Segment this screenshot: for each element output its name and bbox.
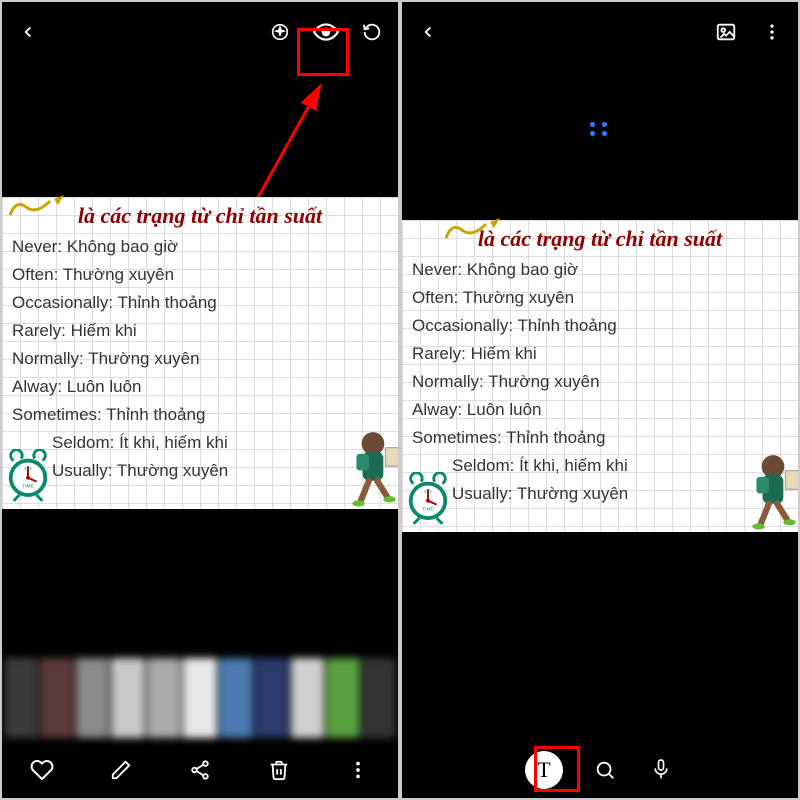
- entry-row: Never: Không bao giờ: [412, 256, 788, 284]
- entry-row: Never: Không bao giờ: [12, 233, 388, 261]
- card-title: là các trạng từ chỉ tần suất: [12, 203, 388, 229]
- heart-icon[interactable]: [28, 756, 56, 784]
- entry-row: Sometimes: Thỉnh thoảng: [12, 401, 388, 429]
- entries-list: Never: Không bao giờOften: Thường xuyênO…: [412, 256, 788, 508]
- left-screen: là các trạng từ chỉ tần suất Never: Khôn…: [2, 2, 398, 798]
- clock-illustration: ON TIME: [4, 449, 52, 503]
- share-icon[interactable]: [186, 756, 214, 784]
- entry-row: Usually: Thường xuyên: [12, 457, 388, 485]
- entry-row: Normally: Thường xuyên: [412, 368, 788, 396]
- svg-text:TIME: TIME: [422, 506, 433, 512]
- pencil-icon[interactable]: [107, 756, 135, 784]
- entry-row: Often: Thường xuyên: [12, 261, 388, 289]
- entry-row: Rarely: Hiếm khi: [412, 340, 788, 368]
- trash-icon[interactable]: [265, 756, 293, 784]
- left-topbar: [2, 2, 398, 62]
- entry-row: Occasionally: Thỉnh thoảng: [12, 289, 388, 317]
- svg-text:ON: ON: [424, 489, 432, 495]
- entry-row: Alway: Luôn luôn: [12, 373, 388, 401]
- image-icon[interactable]: [712, 18, 740, 46]
- thumbnail-strip[interactable]: [2, 654, 398, 742]
- entry-row: Often: Thường xuyên: [412, 284, 788, 312]
- right-screen: là các trạng từ chỉ tần suất Never: Khôn…: [402, 2, 798, 798]
- right-topbar: [402, 2, 798, 62]
- student-illustration: [342, 427, 398, 505]
- rotate-icon[interactable]: [358, 18, 386, 46]
- text-extract-label: T: [537, 757, 550, 783]
- eye-icon[interactable]: [312, 18, 340, 46]
- back-button[interactable]: [414, 18, 442, 46]
- entry-row: Normally: Thường xuyên: [12, 345, 388, 373]
- entry-row: Seldom: Ít khi, hiếm khi: [412, 452, 788, 480]
- more-icon[interactable]: [758, 18, 786, 46]
- entry-row: Usually: Thường xuyên: [412, 480, 788, 508]
- right-bottombar: T: [402, 742, 798, 798]
- student-illustration: [742, 450, 798, 528]
- right-image-card: là các trạng từ chỉ tần suất Never: Khôn…: [402, 220, 798, 532]
- entry-row: Sometimes: Thỉnh thoảng: [412, 424, 788, 452]
- entry-row: Alway: Luôn luôn: [412, 396, 788, 424]
- entry-row: Occasionally: Thỉnh thoảng: [412, 312, 788, 340]
- more-icon[interactable]: [344, 756, 372, 784]
- left-bottombar: [2, 742, 398, 798]
- entry-row: Rarely: Hiếm khi: [12, 317, 388, 345]
- search-icon[interactable]: [591, 756, 619, 784]
- svg-text:TIME: TIME: [22, 483, 33, 489]
- sparkle-icon[interactable]: [266, 18, 294, 46]
- text-extract-button[interactable]: T: [525, 751, 563, 789]
- back-button[interactable]: [14, 18, 42, 46]
- svg-text:ON: ON: [24, 466, 32, 472]
- entries-list: Never: Không bao giờOften: Thường xuyênO…: [12, 233, 388, 485]
- left-image-card: là các trạng từ chỉ tần suất Never: Khôn…: [2, 197, 398, 509]
- entry-row: Seldom: Ít khi, hiếm khi: [12, 429, 388, 457]
- mic-icon[interactable]: [647, 756, 675, 784]
- loading-indicator: [590, 122, 610, 136]
- clock-illustration: ON TIME: [404, 472, 452, 526]
